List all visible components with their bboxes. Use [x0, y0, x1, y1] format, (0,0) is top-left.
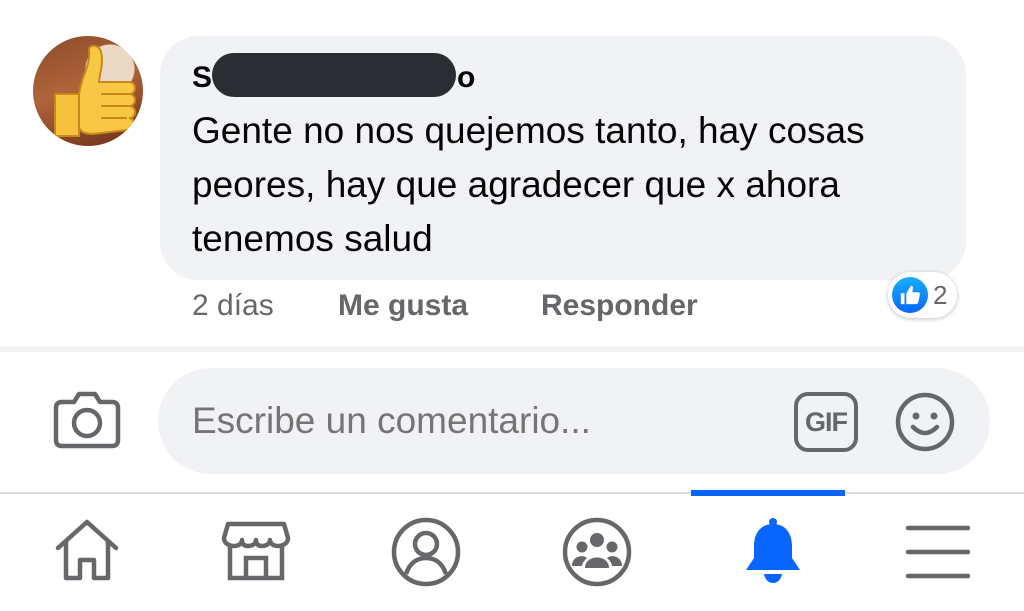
- gif-button[interactable]: GIF: [794, 392, 858, 452]
- reaction-summary[interactable]: 2: [888, 272, 958, 318]
- menu-icon[interactable]: [905, 524, 971, 585]
- comment-time[interactable]: 2 días: [192, 286, 274, 326]
- home-icon[interactable]: [52, 516, 122, 589]
- tabbar-divider: [0, 492, 1024, 494]
- active-tab-indicator: [691, 490, 845, 496]
- marketplace-icon[interactable]: [220, 516, 292, 589]
- reply-button[interactable]: Responder: [541, 286, 698, 326]
- divider: [0, 346, 1024, 352]
- like-icon: [892, 277, 928, 313]
- camera-icon[interactable]: [52, 388, 122, 455]
- emoji-icon[interactable]: [894, 391, 956, 458]
- bell-icon[interactable]: [740, 516, 806, 591]
- profile-icon[interactable]: [390, 516, 462, 593]
- redacted-name-bar: [212, 53, 456, 97]
- groups-icon[interactable]: [561, 516, 633, 593]
- comment-author-end: o: [457, 61, 476, 94]
- comment-input[interactable]: [192, 398, 772, 444]
- reaction-count: 2: [933, 279, 948, 310]
- comment-author[interactable]: S: [192, 58, 212, 98]
- comment-text: Gente no nos quejemos tanto, hay cosas p…: [192, 110, 865, 259]
- like-button[interactable]: Me gusta: [338, 286, 468, 326]
- avatar[interactable]: [33, 36, 143, 146]
- thumbs-up-avatar-icon: [54, 44, 136, 137]
